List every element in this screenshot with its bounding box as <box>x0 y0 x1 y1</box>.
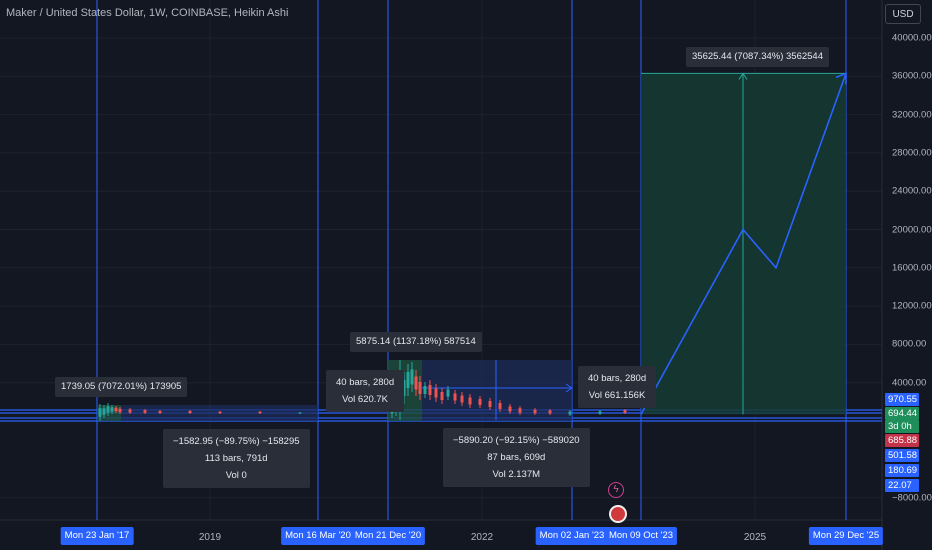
x-tick-label: 2022 <box>470 532 494 543</box>
candle-body <box>406 372 410 388</box>
price-scale-tag: 685.88 <box>885 434 919 447</box>
candle-body <box>533 409 537 414</box>
measurement-line: −1582.95 (−89.75%) −158295 <box>173 436 300 447</box>
candle-body <box>110 407 114 412</box>
candle-body <box>258 411 262 414</box>
candle-body <box>434 388 438 398</box>
y-tick-label: 24000.00 <box>892 185 932 197</box>
y-tick-label: 12000.00 <box>892 300 932 312</box>
measurement-label: 5875.14 (1137.18%) 587514 <box>350 332 482 352</box>
y-tick-label: 20000.00 <box>892 224 932 235</box>
candle-body <box>460 395 464 403</box>
candle-body <box>498 403 502 409</box>
candle-body <box>106 406 110 413</box>
measurement-line: 35625.44 (7087.34%) 3562544 <box>692 51 824 62</box>
candle-body <box>453 393 457 401</box>
flag-icon[interactable] <box>609 505 627 523</box>
candle-body <box>423 386 427 394</box>
measurement-line: 113 bars, 791d <box>204 453 268 464</box>
measurement-line: 40 bars, 280d <box>336 377 395 388</box>
date-marker-tag[interactable]: Mon 02 Jan '23 <box>535 527 609 545</box>
lightning-icon[interactable]: ϟ <box>608 482 624 498</box>
price-scale-tag: 180.69 <box>885 464 919 477</box>
measurement-label: 40 bars, 280d Vol 620.7K <box>326 370 405 412</box>
measurement-line: 40 bars, 280d <box>588 373 647 384</box>
candle-body <box>428 385 432 395</box>
y-tick-label: 36000.00 <box>892 70 932 82</box>
y-tick-label: 40000.00 <box>892 32 932 44</box>
y-tick-label: 4000.00 <box>892 377 927 389</box>
x-tick-label: 2019 <box>198 532 222 543</box>
currency-selector[interactable]: USD <box>885 4 921 24</box>
date-marker-tag[interactable]: Mon 23 Jan '17 <box>60 527 134 545</box>
x-tick-label: 2025 <box>743 532 767 543</box>
candle-body <box>128 409 132 413</box>
date-marker-tag[interactable]: Mon 16 Mar '20 <box>281 527 355 545</box>
candle-body <box>623 410 627 413</box>
date-marker-tag[interactable]: Mon 09 Oct '23 <box>604 527 678 545</box>
measurement-line: Vol 661.156K <box>588 390 646 401</box>
candle-body <box>468 397 472 405</box>
candle-body <box>548 410 552 414</box>
candle-body <box>118 408 122 413</box>
measurement-line: 5875.14 (1137.18%) 587514 <box>356 336 476 347</box>
measurement-line: Vol 0 <box>225 470 247 481</box>
candle-body <box>440 392 444 400</box>
measurement-line: −5890.20 (−92.15%) −589020 <box>453 435 580 446</box>
candle-body <box>158 411 162 413</box>
y-tick-label: 28000.00 <box>892 147 932 159</box>
measurement-label: −5890.20 (−92.15%) −589020 87 bars, 609d V… <box>443 428 590 487</box>
candle-body <box>446 389 450 397</box>
date-marker-tag[interactable]: Mon 21 Dec '20 <box>350 527 426 545</box>
candle-body <box>114 407 118 412</box>
price-scale-tag: 970.55 <box>885 393 919 406</box>
candle-body <box>478 399 482 405</box>
symbol-title: Maker / United States Dollar, 1W, COINBA… <box>6 7 289 19</box>
measurement-line: Vol 620.7K <box>342 394 389 405</box>
measurement-label: 40 bars, 280d Vol 661.156K <box>578 366 657 408</box>
candle-body <box>518 408 522 413</box>
price-scale-tag: 501.58 <box>885 449 919 462</box>
measurement-line: 1739.05 (7072.01%) 173905 <box>61 381 182 392</box>
measurement-label: 1739.05 (7072.01%) 173905 <box>55 377 188 397</box>
candle-body <box>298 412 302 414</box>
candle-body <box>418 382 422 394</box>
price-scale-tag: 3d 0h <box>885 420 919 433</box>
candle-body <box>188 411 192 413</box>
price-scale-tag: 22.07 <box>885 479 919 492</box>
candle-body <box>102 408 106 415</box>
candle-body <box>218 411 222 414</box>
measurement-label: −1582.95 (−89.75%) −158295 113 bars, 791d… <box>163 429 310 488</box>
measurement-label: 35625.44 (7087.34%) 3562544 <box>686 47 830 67</box>
candle-body <box>98 408 102 417</box>
candle-body <box>598 411 602 414</box>
candle-body <box>143 410 147 413</box>
y-tick-label: 32000.00 <box>892 109 932 121</box>
y-tick-label: 8000.00 <box>892 338 927 350</box>
candle-body <box>488 401 492 407</box>
y-tick-label: 16000.00 <box>892 262 932 274</box>
price-scale-tag: 694.44 <box>885 407 919 420</box>
measurement-line: 87 bars, 609d <box>487 452 546 463</box>
candle-body <box>414 376 418 390</box>
measurement-line: Vol 2.137M <box>492 469 541 480</box>
y-tick-label: −8000.00 <box>892 492 932 504</box>
candle-body <box>410 369 414 385</box>
date-marker-tag[interactable]: Mon 29 Dec '25 <box>808 527 884 545</box>
candle-body <box>568 411 572 415</box>
candle-body <box>508 406 512 412</box>
